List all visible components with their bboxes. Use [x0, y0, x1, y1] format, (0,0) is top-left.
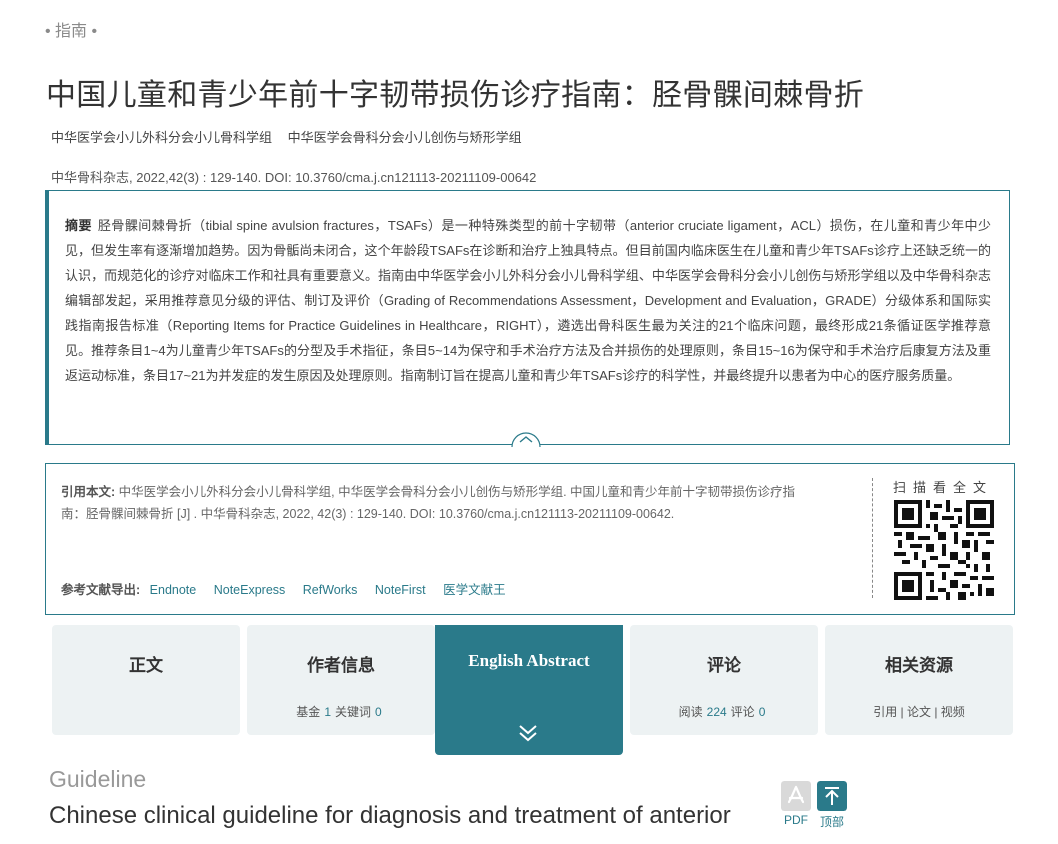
export-row: 参考文献导出: Endnote NoteExpress RefWorks Not…: [61, 579, 520, 598]
tab-related-resources[interactable]: 相关资源 引用 | 论文 | 视频: [825, 625, 1013, 735]
abstract-text: 胫骨髁间棘骨折（tibial spine avulsion fractures，…: [65, 218, 991, 383]
export-notefirst-link[interactable]: NoteFirst: [375, 583, 426, 597]
export-refworks-link[interactable]: RefWorks: [303, 583, 358, 597]
tab-label: 作者信息: [307, 656, 375, 675]
tab-comments[interactable]: 评论 阅读 224 评论 0: [630, 625, 818, 735]
collapse-abstract-icon[interactable]: [511, 431, 541, 447]
tab-stats: 基金 1 关键词 0: [296, 705, 382, 719]
cite-content: 中华医学会小儿外科分会小儿骨科学组, 中华医学会骨科分会小儿创伤与矫形学组. 中…: [61, 485, 796, 521]
tab-main-text[interactable]: 正文: [52, 625, 240, 735]
tab-label: 评论: [707, 656, 741, 675]
tab-author-info[interactable]: 作者信息 基金 1 关键词 0: [247, 625, 435, 735]
english-section-tag: Guideline: [49, 766, 147, 792]
qr-code-icon: [894, 500, 994, 600]
section-tag: • 指南 •: [45, 23, 98, 40]
cite-text: 引用本文: 中华医学会小儿外科分会小儿骨科学组, 中华医学会骨科分会小儿创伤与矫…: [61, 481, 796, 525]
cite-label: 引用本文:: [61, 485, 116, 499]
back-to-top-label[interactable]: 顶部: [812, 813, 852, 830]
citation-box: 引用本文: 中华医学会小儿外科分会小儿骨科学组, 中华医学会骨科分会小儿创伤与矫…: [45, 463, 1015, 615]
abstract-box: 摘要 胫骨髁间棘骨折（tibial spine avulsion fracture…: [45, 190, 1010, 445]
qr-divider: [872, 478, 873, 598]
english-title: Chinese clinical guideline for diagnosis…: [49, 802, 731, 829]
tab-label: English Abstract: [468, 651, 590, 670]
export-label: 参考文献导出:: [61, 583, 141, 597]
export-endnote-link[interactable]: Endnote: [150, 583, 197, 597]
pdf-icon[interactable]: [781, 781, 811, 811]
qr-label: 扫描看全文: [893, 480, 994, 495]
author-group-2[interactable]: 中华医学会骨科分会小儿创伤与矫形学组: [288, 130, 522, 145]
tab-links: 引用 | 论文 | 视频: [873, 705, 965, 719]
author-list: 中华医学会小儿外科分会小儿骨科学组 中华医学会骨科分会小儿创伤与矫形学组: [51, 127, 534, 146]
tab-label: 正文: [129, 656, 163, 675]
tab-label: 相关资源: [885, 656, 953, 675]
double-chevron-down-icon: [519, 725, 537, 742]
export-noteexpress-link[interactable]: NoteExpress: [214, 583, 286, 597]
export-yixuewenxianwang-link[interactable]: 医学文献王: [443, 583, 506, 597]
tab-stats: 阅读 224 评论 0: [678, 705, 766, 719]
journal-citation: 中华骨科杂志, 2022,42(3) : 129-140. DOI: 10.37…: [51, 170, 537, 185]
author-group-1[interactable]: 中华医学会小儿外科分会小儿骨科学组: [51, 130, 272, 145]
back-to-top-icon[interactable]: [817, 781, 847, 811]
pdf-label[interactable]: PDF: [776, 813, 816, 827]
page-title: 中国儿童和青少年前十字韧带损伤诊疗指南：胫骨髁间棘骨折: [46, 79, 865, 112]
abstract-label: 摘要: [65, 218, 92, 233]
tab-english-abstract[interactable]: English Abstract: [435, 625, 623, 755]
